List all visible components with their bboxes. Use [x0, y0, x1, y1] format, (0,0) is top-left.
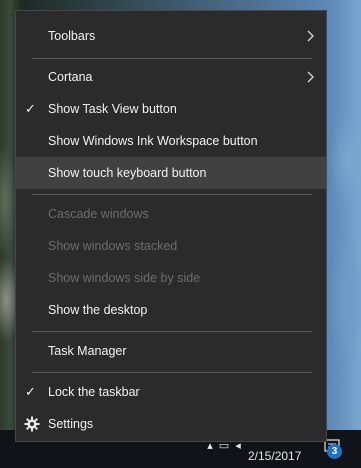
menu-separator [32, 372, 312, 373]
menu-item-show-desktop[interactable]: Show the desktop [16, 294, 326, 326]
checkmark-icon: ✓ [25, 384, 36, 399]
menu-item-show-touch-keyboard[interactable]: Show touch keyboard button [16, 157, 326, 189]
menu-item-label: Show Task View button [48, 102, 177, 116]
menu-item-label: Show windows side by side [48, 271, 201, 285]
taskbar-date[interactable]: 2/15/2017 [248, 449, 301, 463]
menu-item-windows-stacked[interactable]: Show windows stacked [16, 230, 326, 262]
menu-item-label: Show windows stacked [48, 239, 178, 253]
menu-item-windows-side-by-side[interactable]: Show windows side by side [16, 262, 326, 294]
menu-item-label: Show the desktop [48, 303, 148, 317]
menu-separator [32, 331, 312, 332]
menu-item-label: Show touch keyboard button [48, 166, 207, 180]
menu-item-label: Cortana [48, 70, 93, 84]
menu-separator [32, 58, 312, 59]
menu-item-cascade-windows[interactable]: Cascade windows [16, 198, 326, 230]
taskbar-context-menu: Toolbars Cortana ✓ Show Task View button… [15, 10, 327, 442]
menu-item-show-ink-workspace[interactable]: Show Windows Ink Workspace button [16, 125, 326, 157]
menu-item-settings[interactable]: Settings [16, 408, 326, 440]
chevron-right-icon [307, 30, 314, 42]
chevron-right-icon [307, 71, 314, 83]
menu-item-toolbars[interactable]: Toolbars [16, 20, 326, 52]
checkmark-icon: ✓ [25, 101, 36, 116]
menu-item-task-manager[interactable]: Task Manager [16, 335, 326, 367]
gear-icon [24, 416, 40, 432]
menu-item-label: Cascade windows [48, 207, 149, 221]
notification-count-badge: 3 [327, 444, 342, 459]
menu-item-label: Settings [48, 417, 94, 431]
menu-item-label: Toolbars [48, 29, 96, 43]
menu-item-label: Lock the taskbar [48, 385, 140, 399]
menu-item-lock-taskbar[interactable]: ✓ Lock the taskbar [16, 376, 326, 408]
menu-separator [32, 194, 312, 195]
menu-item-label: Task Manager [48, 344, 127, 358]
menu-item-show-task-view[interactable]: ✓ Show Task View button [16, 93, 326, 125]
menu-item-cortana[interactable]: Cortana [16, 61, 326, 93]
menu-item-label: Show Windows Ink Workspace button [48, 134, 258, 148]
